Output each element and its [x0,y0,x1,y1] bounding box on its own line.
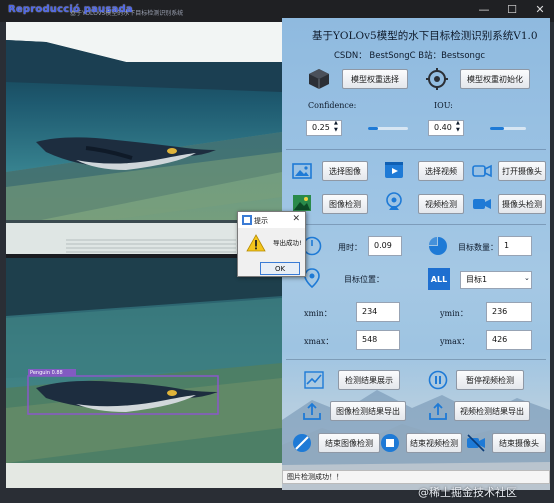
xmax-label: xmax： [304,337,334,346]
maximize-button[interactable]: ☐ [498,0,526,20]
stop-icon [381,434,399,452]
init-weights-button[interactable]: 模型权重初始化 [460,69,530,89]
cube-icon [309,69,329,89]
iou-label: IOU: [434,101,453,110]
confidence-spin-arrows[interactable]: ▲ ▼ [334,120,338,134]
select-video-button[interactable]: 选择视频 [418,161,464,181]
target-position-label: 目标位置： [344,275,384,284]
export-video-button[interactable]: 视频检测结果导出 [454,401,530,421]
separator [286,149,546,150]
iou-slider[interactable] [490,127,526,130]
app-title: 基于YOLOv5模型的水下目标检测识别系统V1.0 [312,30,538,42]
control-panel: 基于YOLOv5模型的水下目标检测识别系统V1.0 CSDN： BestSong… [282,18,550,490]
end-image-icon [293,434,311,452]
target-icon [426,68,448,90]
pause-video-button[interactable]: 暂停视频检测 [456,370,524,390]
xmin-label: xmin： [304,309,332,318]
pie-chart-icon [429,237,447,255]
ymax-value: 426 [486,330,532,350]
playback-paused-label: Reproducció pausada [8,4,133,15]
select-image-button[interactable]: 选择图像 [322,161,368,181]
minimize-button[interactable]: — [470,0,498,20]
video-play-icon [385,162,403,178]
dialog-title: 提示 [254,217,268,225]
target-count-value: 1 [498,236,532,256]
line-chart-icon [304,371,324,389]
dialog-close-button[interactable]: ✕ [292,214,300,224]
camera-icon [472,164,492,178]
watermark: @稀土掘金技术社区 [418,486,517,499]
detection-result-view: Penguin 0.88 [6,258,282,488]
message-dialog: 提示 ✕ 导出成功! OK [237,211,306,277]
credits-text: CSDN： BestSongC B站：Bestsongc [334,51,486,61]
all-icon: ALL [428,268,450,290]
show-results-button[interactable]: 检测结果展示 [338,370,400,390]
ymin-value: 236 [486,302,532,322]
ok-button[interactable]: OK [260,262,300,275]
xmin-value: 234 [356,302,400,322]
dialog-message: 导出成功! [273,239,302,247]
export-video-icon [429,402,447,420]
app-icon [242,215,252,225]
target-count-label: 目标数量： [458,243,498,252]
separator [286,224,546,225]
xmax-value: 548 [356,330,400,350]
confidence-slider[interactable] [368,127,408,130]
end-video-button[interactable]: 结束视频检测 [406,433,462,453]
camera-detect-icon [473,199,491,209]
detection-label: Penguin 0.88 [30,370,63,376]
status-bar: 图片检测成功！！ [282,470,550,484]
image-icon [292,163,312,179]
export-image-icon [303,402,321,420]
detect-video-button[interactable]: 视频检测 [418,194,464,214]
export-image-button[interactable]: 图像检测结果导出 [330,401,406,421]
ymax-label: ymax： [440,337,470,346]
detect-camera-button[interactable]: 摄像头检测 [498,194,546,214]
end-image-button[interactable]: 结束图像检测 [318,433,380,453]
image-detect-icon [293,195,311,211]
ymin-label: ymin： [440,309,468,318]
select-weights-button[interactable]: 模型权重选择 [342,69,408,89]
open-camera-button[interactable]: 打开摄像头 [498,161,546,181]
pause-icon [428,370,448,390]
time-value: 0.09 [368,236,402,256]
confidence-label: Confidence: [308,101,357,110]
iou-spin-arrows[interactable]: ▲ ▼ [456,120,460,134]
warning-icon [246,234,266,252]
target-select[interactable]: 目标1 [460,271,532,289]
separator [286,359,546,360]
chevron-down-icon[interactable]: ⌄ [524,274,530,282]
detect-image-button[interactable]: 图像检测 [322,194,368,214]
close-button[interactable]: ✕ [526,0,554,20]
webcam-icon [386,192,402,210]
end-camera-button[interactable]: 结束摄像头 [492,433,546,453]
time-label: 用时： [338,243,362,252]
camera-off-icon [467,434,485,452]
